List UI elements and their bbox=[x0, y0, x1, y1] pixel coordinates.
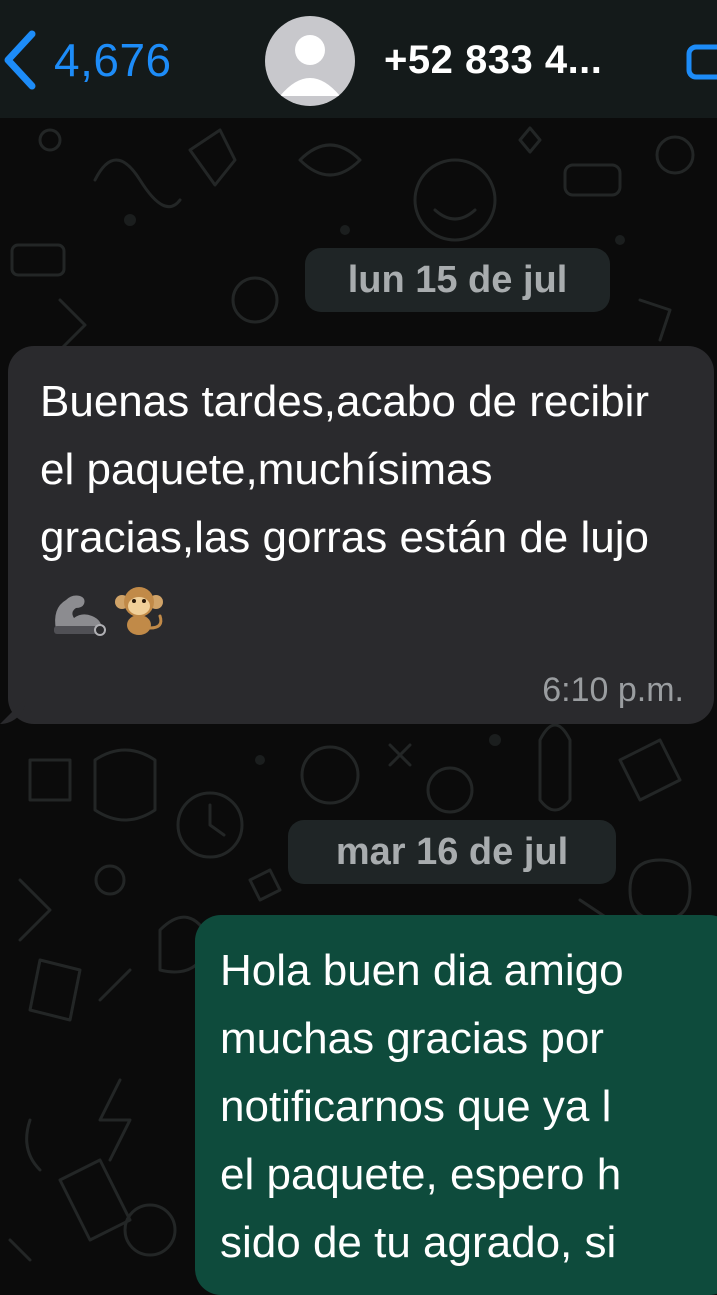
chevron-left-icon bbox=[4, 30, 36, 90]
unread-count: 4,676 bbox=[54, 34, 172, 86]
message-line: sido de tu agrado, si bbox=[220, 1218, 617, 1267]
contact-name[interactable]: +52 833 4... bbox=[384, 38, 602, 83]
contact-avatar[interactable] bbox=[265, 16, 355, 106]
date-separator: lun 15 de jul bbox=[305, 248, 610, 312]
outgoing-message[interactable]: Hola buen dia amigo muchas gracias por n… bbox=[195, 915, 717, 1295]
message-body: Buenas tardes,acabo de recibir el paquet… bbox=[40, 377, 650, 562]
chat-header: 4,676 +52 833 4... bbox=[0, 0, 717, 118]
message-line: notificarnos que ya l bbox=[220, 1082, 612, 1131]
person-icon bbox=[280, 35, 340, 96]
back-button[interactable]: 4,676 bbox=[0, 22, 172, 98]
message-time: 6:10 p.m. bbox=[542, 671, 684, 709]
message-emojis bbox=[46, 574, 166, 642]
flexed-biceps-icon bbox=[54, 595, 106, 636]
video-camera-icon bbox=[686, 44, 717, 80]
video-call-button[interactable] bbox=[686, 42, 717, 87]
message-line: muchas gracias por bbox=[220, 1014, 604, 1063]
message-line: el paquete, espero h bbox=[220, 1150, 622, 1199]
incoming-message[interactable]: Buenas tardes,acabo de recibir el paquet… bbox=[0, 346, 714, 724]
message-text: Buenas tardes,acabo de recibir el paquet… bbox=[40, 368, 680, 642]
message-line: Hola buen dia amigo bbox=[220, 946, 624, 995]
date-separator: mar 16 de jul bbox=[288, 820, 616, 884]
monkey-icon bbox=[115, 586, 163, 635]
message-text: Hola buen dia amigo muchas gracias por n… bbox=[220, 937, 717, 1277]
